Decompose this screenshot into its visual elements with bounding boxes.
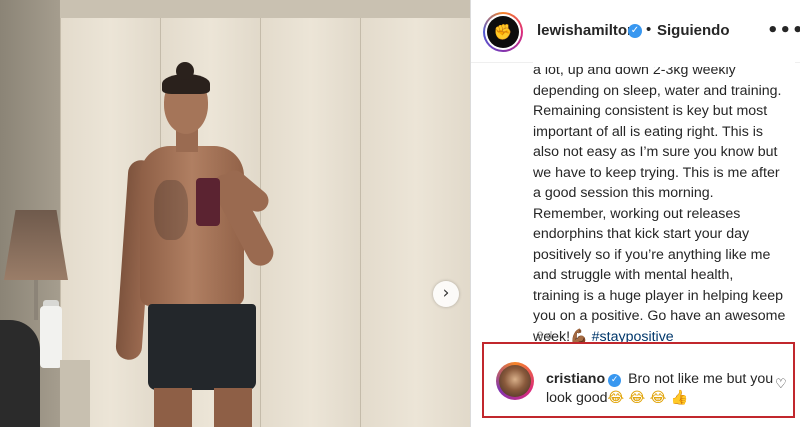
post-header: ✊ lewishamilton ✓ • Siguiendo •••	[471, 0, 800, 63]
foreground-object	[0, 320, 40, 427]
commenter-avatar[interactable]	[496, 362, 534, 400]
author-username[interactable]: lewishamilton	[537, 22, 636, 39]
post-timestamp[interactable]: 3 d	[537, 330, 552, 342]
more-options-icon[interactable]: •••	[767, 20, 800, 41]
instagram-post-view: › ✊ lewishamilton ✓ • Siguiendo ••• a lo…	[0, 0, 800, 427]
commenter-username[interactable]: cristiano	[546, 371, 605, 387]
comment-emojis: 😂 😂 😂 👍	[607, 390, 689, 406]
fist-icon: ✊	[487, 16, 519, 48]
person-right-leg	[214, 388, 252, 427]
heart-icon[interactable]: ♡	[775, 377, 787, 392]
wardrobe-panel	[360, 18, 470, 427]
author-avatar[interactable]: ✊	[483, 12, 523, 52]
caption-scroll-mask	[533, 59, 795, 67]
photo-ceiling	[0, 0, 470, 18]
person-figure	[115, 60, 310, 427]
author-avatar-border: ✊	[485, 14, 521, 50]
person-tattoo	[154, 180, 188, 240]
bedside-stand	[60, 360, 90, 427]
next-media-button[interactable]: ›	[433, 281, 459, 307]
post-caption: a lot, up and down 2-3kg weekly dependin…	[533, 60, 795, 347]
person-hair-bun	[176, 62, 194, 80]
phone	[196, 178, 220, 226]
header-separator: •	[646, 21, 652, 38]
post-photo[interactable]: ›	[0, 0, 470, 427]
post-side-panel: ✊ lewishamilton ✓ • Siguiendo ••• a lot,…	[470, 0, 800, 427]
verified-badge-icon: ✓	[608, 374, 622, 387]
highlighted-comment: cristiano ✓ Bro not like me but you look …	[482, 342, 795, 418]
lamp-stem	[34, 280, 38, 320]
verified-badge-icon: ✓	[628, 24, 642, 38]
comment-body: cristiano ✓ Bro not like me but you look …	[546, 370, 778, 408]
following-button[interactable]: Siguiendo	[657, 22, 730, 39]
water-bottle	[40, 306, 62, 368]
person-left-leg	[154, 388, 192, 427]
person-shorts	[148, 304, 256, 390]
commenter-avatar-photo	[499, 365, 531, 397]
caption-text: a lot, up and down 2-3kg weekly dependin…	[533, 62, 786, 345]
